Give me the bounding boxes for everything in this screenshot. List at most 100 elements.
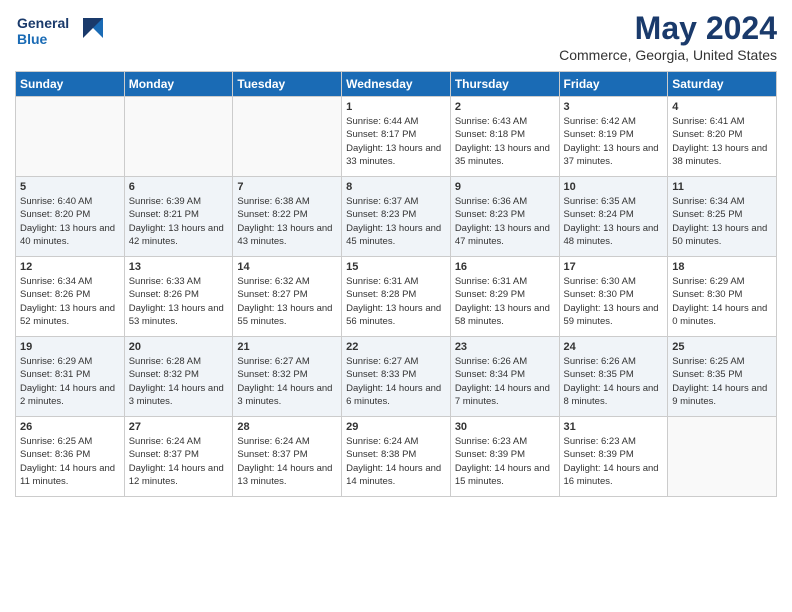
col-header-sunday: Sunday	[16, 72, 125, 97]
header: General Blue May 2024 Commerce, Georgia,…	[15, 10, 777, 63]
sunrise-text: Sunrise: 6:24 AM	[237, 436, 309, 447]
sunrise-text: Sunrise: 6:23 AM	[564, 436, 636, 447]
day-info: Sunrise: 6:34 AM Sunset: 8:25 PM Daylight:…	[672, 195, 772, 248]
day-info: Sunrise: 6:35 AMSunset: 8:24 PMDaylight:…	[564, 195, 664, 248]
day-number: 22	[346, 341, 446, 353]
day-number: 24	[564, 341, 664, 353]
calendar-cell	[16, 97, 125, 177]
sunset-text: Sunset: 8:19 PM	[564, 129, 634, 140]
sunrise-text: Sunrise: 6:38 AM	[237, 196, 309, 207]
calendar-cell: 2Sunrise: 6:43 AMSunset: 8:18 PMDaylight…	[450, 97, 559, 177]
daylight-text: Daylight: 14 hours and 3 minutes.	[237, 383, 332, 407]
day-number: 31	[564, 421, 664, 433]
logo: General Blue	[15, 10, 105, 50]
sunset-text: Sunset: 8:33 PM	[346, 369, 416, 380]
calendar-cell: 1Sunrise: 6:44 AMSunset: 8:17 PMDaylight…	[342, 97, 451, 177]
calendar-cell: 30Sunrise: 6:23 AMSunset: 8:39 PMDayligh…	[450, 417, 559, 497]
day-info: Sunrise: 6:43 AMSunset: 8:18 PMDaylight:…	[455, 115, 555, 168]
sunset-text: Sunset: 8:23 PM	[455, 209, 525, 220]
day-info: Sunrise: 6:41 AMSunset: 8:20 PMDaylight:…	[672, 115, 772, 168]
sunrise-text: Sunrise: 6:30 AM	[564, 276, 636, 287]
day-number: 16	[455, 261, 555, 273]
day-number: 14	[237, 261, 337, 273]
sunrise-text: Sunrise: 6:36 AM	[455, 196, 527, 207]
week-row-4: 19 Sunrise: 6:29 AM Sunset: 8:31 PM Dayligh…	[16, 337, 777, 417]
calendar-cell: 8Sunrise: 6:37 AMSunset: 8:23 PMDaylight…	[342, 177, 451, 257]
day-number: 27	[129, 421, 229, 433]
day-number: 21	[237, 341, 337, 353]
sunrise-text: Sunrise: 6:26 AM	[455, 356, 527, 367]
day-info: Sunrise: 6:29 AMSunset: 8:31 PMDaylight:…	[20, 355, 120, 408]
calendar-cell: 15Sunrise: 6:31 AMSunset: 8:28 PMDayligh…	[342, 257, 451, 337]
day-info: Sunrise: 6:32 AMSunset: 8:27 PMDaylight:…	[237, 275, 337, 328]
col-header-saturday: Saturday	[668, 72, 777, 97]
sunrise-text: Sunrise: 6:29 AM	[672, 276, 744, 287]
col-header-wednesday: Wednesday	[342, 72, 451, 97]
sunset-text: Sunset: 8:38 PM	[346, 449, 416, 460]
day-info: Sunrise: 6:24 AMSunset: 8:38 PMDaylight:…	[346, 435, 446, 488]
sunrise-text: Sunrise: 6:39 AM	[129, 196, 201, 207]
calendar-cell	[124, 97, 233, 177]
day-number: 4	[672, 101, 772, 113]
sunset-text: Sunset: 8:28 PM	[346, 289, 416, 300]
daylight-text: Daylight: 14 hours and 9 minutes.	[672, 383, 767, 407]
daylight-text: Daylight: 13 hours and 50 minutes.	[672, 223, 767, 247]
day-info: Sunrise: 6:30 AMSunset: 8:30 PMDaylight:…	[564, 275, 664, 328]
calendar-cell	[668, 417, 777, 497]
daylight-text: Daylight: 13 hours and 55 minutes.	[237, 303, 332, 327]
day-number: 1	[346, 101, 446, 113]
daylight-text: Daylight: 13 hours and 40 minutes.	[20, 223, 115, 247]
sunrise-text: Sunrise: 6:37 AM	[346, 196, 418, 207]
sunrise-text: Sunrise: 6:31 AM	[455, 276, 527, 287]
sunset-text: Sunset: 8:39 PM	[455, 449, 525, 460]
day-number: 8	[346, 181, 446, 193]
sunset-text: Sunset: 8:22 PM	[237, 209, 307, 220]
calendar-cell: 20 Sunrise: 6:28 AMSunset: 8:32 PMDayligh…	[124, 337, 233, 417]
day-info: Sunrise: 6:24 AMSunset: 8:37 PMDaylight:…	[129, 435, 229, 488]
day-number: 9	[455, 181, 555, 193]
calendar-cell: 16 Sunrise: 6:31 AMSunset: 8:29 PMDayligh…	[450, 257, 559, 337]
sunset-text: Sunset: 8:23 PM	[346, 209, 416, 220]
sunset-text: Sunset: 8:20 PM	[20, 209, 90, 220]
daylight-text: Daylight: 14 hours and 12 minutes.	[129, 463, 224, 487]
daylight-text: Daylight: 14 hours and 8 minutes.	[564, 383, 659, 407]
sunrise-text: Sunrise: 6:40 AM	[20, 196, 92, 207]
col-header-monday: Monday	[124, 72, 233, 97]
day-number: 20	[129, 341, 229, 353]
sunset-text: Sunset: 8:21 PM	[129, 209, 199, 220]
calendar-cell: 23Sunrise: 6:26 AMSunset: 8:34 PMDayligh…	[450, 337, 559, 417]
sunset-text: Sunset: 8:37 PM	[129, 449, 199, 460]
daylight-text: Daylight: 14 hours and 16 minutes.	[564, 463, 659, 487]
title-area: May 2024 Commerce, Georgia, United State…	[559, 10, 777, 63]
daylight-text: Daylight: 14 hours and 13 minutes.	[237, 463, 332, 487]
calendar-cell: 12Sunrise: 6:34 AMSunset: 8:26 PMDayligh…	[16, 257, 125, 337]
day-info: Sunrise: 6:23 AMSunset: 8:39 PMDaylight:…	[455, 435, 555, 488]
calendar-cell: 19Sunrise: 6:29 AMSunset: 8:31 PMDayligh…	[16, 337, 125, 417]
svg-text:General: General	[17, 15, 69, 31]
day-info: Sunrise: 6:42 AMSunset: 8:19 PMDaylight:…	[564, 115, 664, 168]
calendar-cell: 10Sunrise: 6:35 AMSunset: 8:24 PMDayligh…	[559, 177, 668, 257]
sunset-text: Sunset: 8:17 PM	[346, 129, 416, 140]
calendar-cell: 6Sunrise: 6:39 AMSunset: 8:21 PMDaylight…	[124, 177, 233, 257]
daylight-text: Daylight: 14 hours and 11 minutes.	[20, 463, 115, 487]
day-info: Sunrise: 6:28 AMSunset: 8:32 PMDaylight:…	[129, 355, 229, 408]
day-info: Sunrise: 6:31 AMSunset: 8:29 PMDaylight:…	[455, 275, 555, 328]
sunrise-text: Sunrise: 6:29 AM	[20, 356, 92, 367]
calendar-cell: 14 Sunrise: 6:32 AMSunset: 8:27 PMDayligh…	[233, 257, 342, 337]
daylight-text: Daylight: 13 hours and 37 minutes.	[564, 143, 659, 167]
sunrise-text: Sunrise: 6:34 AM	[672, 196, 744, 207]
sunset-text: Sunset: 8:31 PM	[20, 369, 90, 380]
daylight-text: Daylight: 14 hours and 0 minutes.	[672, 303, 767, 327]
day-number: 19	[20, 341, 120, 353]
sunrise-text: Sunrise: 6:23 AM	[455, 436, 527, 447]
main-title: May 2024	[559, 10, 777, 47]
sunset-text: Sunset: 8:25 PM	[672, 209, 742, 220]
day-number: 23	[455, 341, 555, 353]
day-info: Sunrise: 6:39 AM Sunset: 8:21 PM Daylight:…	[129, 195, 229, 248]
calendar-cell: 28Sunrise: 6:24 AMSunset: 8:37 PMDayligh…	[233, 417, 342, 497]
day-number: 7	[237, 181, 337, 193]
daylight-text: Daylight: 13 hours and 48 minutes.	[564, 223, 659, 247]
daylight-text: Daylight: 13 hours and 42 minutes.	[129, 223, 224, 247]
calendar-cell: 22Sunrise: 6:27 AMSunset: 8:33 PMDayligh…	[342, 337, 451, 417]
day-info: Sunrise: 6:37 AMSunset: 8:23 PMDaylight:…	[346, 195, 446, 248]
